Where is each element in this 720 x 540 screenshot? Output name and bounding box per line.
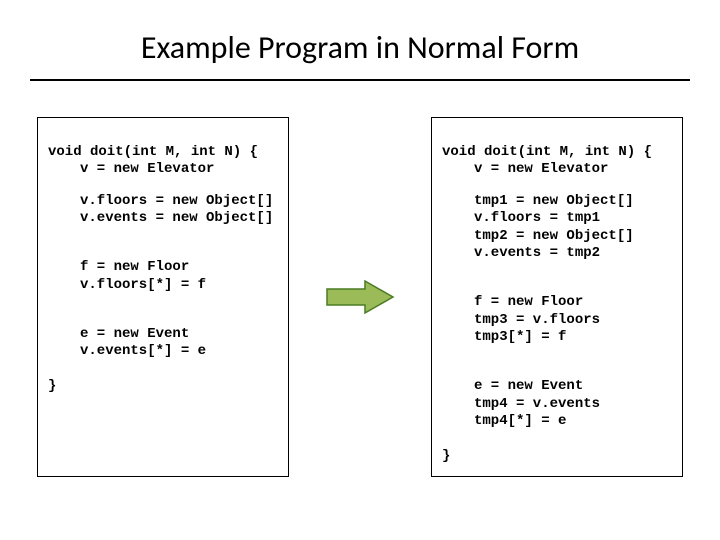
title-underline <box>30 79 690 81</box>
code-line: v.floors[*] = f <box>48 277 206 293</box>
code-line: } <box>442 448 450 464</box>
two-column-layout: void doit(int M, int N) { v = new Elevat… <box>30 117 690 477</box>
code-line: v.floors = new Object[] <box>48 193 273 209</box>
code-box-right: void doit(int M, int N) { v = new Elevat… <box>431 117 683 477</box>
code-block: e = new Event v.events[*] = e <box>48 326 278 361</box>
code-line: v.events = tmp2 <box>442 245 600 261</box>
code-line: } <box>48 378 56 394</box>
code-block: f = new Floor v.floors[*] = f <box>48 259 278 294</box>
code-line: tmp1 = new Object[] <box>442 193 634 209</box>
code-block: f = new Floor tmp3 = v.floors tmp3[*] = … <box>442 294 672 347</box>
code-box-left: void doit(int M, int N) { v = new Elevat… <box>37 117 289 477</box>
code-line: void doit(int M, int N) { <box>48 144 258 160</box>
code-line: tmp2 = new Object[] <box>442 228 634 244</box>
slide-title: Example Program in Normal Form <box>30 20 690 79</box>
code-line: f = new Floor <box>48 259 189 275</box>
slide: Example Program in Normal Form void doit… <box>0 0 720 540</box>
code-line: v = new Elevator <box>48 161 214 177</box>
code-line: tmp3[*] = f <box>442 329 566 345</box>
code-line: v.events = new Object[] <box>48 210 273 226</box>
arrow-container <box>325 117 395 477</box>
code-line: v.events[*] = e <box>48 343 206 359</box>
code-line: void doit(int M, int N) { <box>442 144 652 160</box>
code-block: v.floors = new Object[] v.events = new O… <box>48 193 278 228</box>
arrow-right-icon <box>325 279 395 315</box>
code-line: v.floors = tmp1 <box>442 210 600 226</box>
code-block: e = new Event tmp4 = v.events tmp4[*] = … <box>442 378 672 431</box>
code-line: f = new Floor <box>442 294 583 310</box>
code-line: tmp3 = v.floors <box>442 312 600 328</box>
code-line: e = new Event <box>48 326 189 342</box>
code-block: tmp1 = new Object[] v.floors = tmp1 tmp2… <box>442 193 672 263</box>
code-line: tmp4[*] = e <box>442 413 566 429</box>
code-line: v = new Elevator <box>442 161 608 177</box>
code-line: e = new Event <box>442 378 583 394</box>
code-line: tmp4 = v.events <box>442 396 600 412</box>
